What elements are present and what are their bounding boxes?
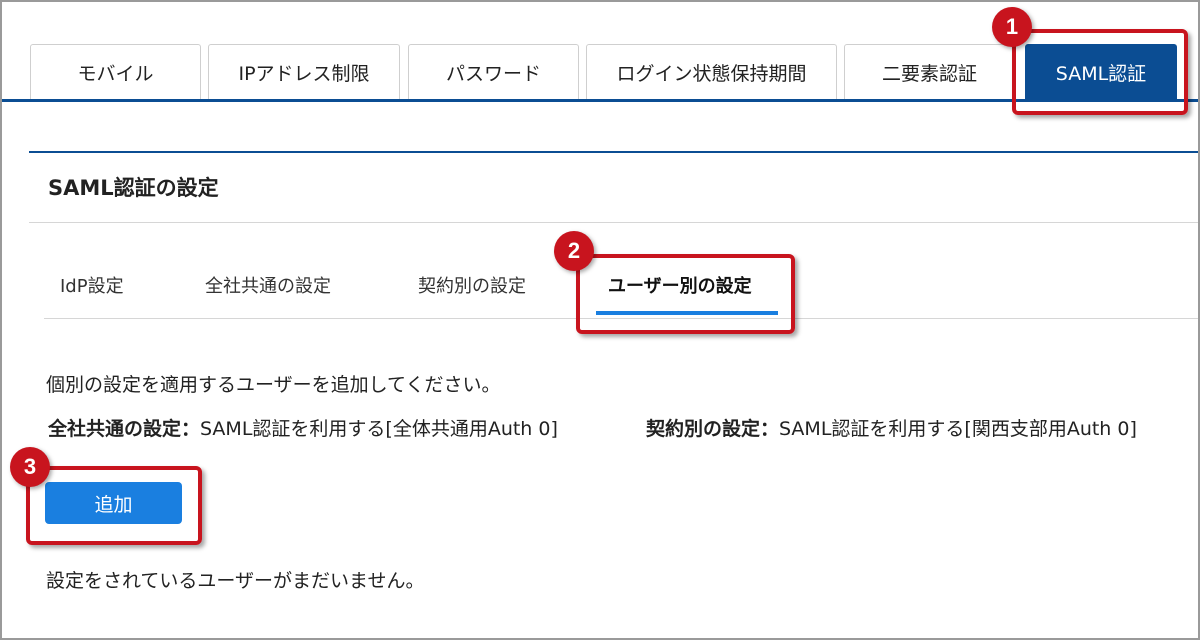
- subtab-active-indicator: [596, 311, 778, 315]
- instruction-text: 個別の設定を適用するユーザーを追加してください。: [46, 374, 501, 396]
- annotation-badge-2: 2: [554, 231, 594, 271]
- subtab-company-settings[interactable]: 全社共通の設定: [205, 272, 331, 298]
- company-setting-summary: 全社共通の設定：SAML認証を利用する[全体共通用Auth 0]: [48, 414, 558, 441]
- subtab-idp-settings[interactable]: IdP設定: [60, 272, 124, 298]
- contract-setting-summary: 契約別の設定：SAML認証を利用する[関西支部用Auth 0]: [646, 414, 1137, 441]
- subtab-contract-settings[interactable]: 契約別の設定: [418, 272, 526, 298]
- section-title: SAML認証の設定: [48, 176, 219, 200]
- subtab-divider: [44, 318, 1200, 319]
- tab-password[interactable]: パスワード: [408, 44, 579, 99]
- contract-setting-label: 契約別の設定：: [646, 418, 780, 440]
- tab-mobile[interactable]: モバイル: [30, 44, 201, 99]
- company-setting-value: SAML認証を利用する[全体共通用Auth 0]: [200, 418, 558, 440]
- tab-bar-underline: [0, 99, 1200, 102]
- section-divider: [29, 222, 1200, 223]
- section-top-border: [29, 151, 1200, 153]
- add-user-button[interactable]: 追加: [45, 482, 182, 524]
- tab-login-retention[interactable]: ログイン状態保持期間: [586, 44, 837, 99]
- tab-ip-restriction[interactable]: IPアドレス制限: [208, 44, 400, 99]
- annotation-badge-3: 3: [10, 447, 50, 487]
- empty-state-message: 設定をされているユーザーがまだいません。: [46, 570, 425, 592]
- contract-setting-value: SAML認証を利用する[関西支部用Auth 0]: [779, 418, 1137, 440]
- tab-saml[interactable]: SAML認証: [1025, 44, 1177, 99]
- company-setting-label: 全社共通の設定：: [48, 418, 201, 440]
- annotation-badge-1: 1: [992, 7, 1032, 47]
- tab-two-factor[interactable]: 二要素認証: [844, 44, 1015, 99]
- subtab-user-settings[interactable]: ユーザー別の設定: [608, 272, 752, 298]
